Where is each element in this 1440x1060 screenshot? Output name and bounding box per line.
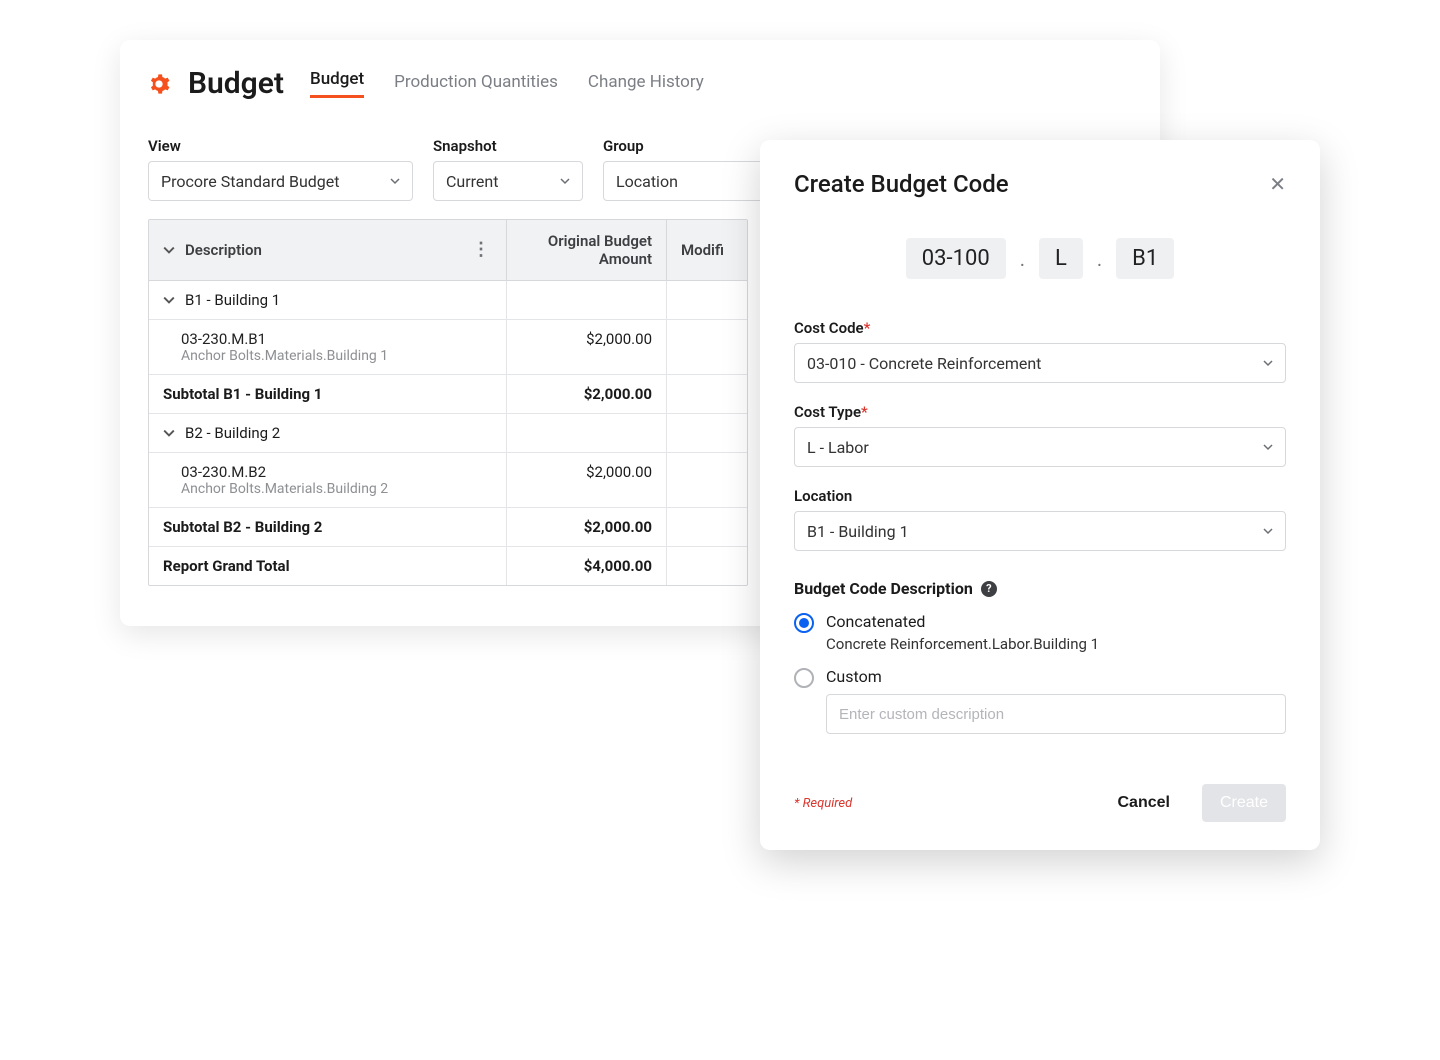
chevron-down-icon [163, 244, 175, 256]
col-description[interactable]: Description ⋮ [149, 220, 507, 280]
tab-budget[interactable]: Budget [310, 69, 364, 98]
filter-view: View Procore Standard Budget [148, 137, 413, 201]
col-original-amount[interactable]: Original Budget Amount [507, 220, 667, 280]
code-seg-2: L [1039, 238, 1083, 279]
caret-down-icon [390, 176, 400, 186]
radio-concatenated-row: Concatenated Concrete Reinforcement.Labo… [794, 612, 1286, 653]
desc-section-label: Budget Code Description ? [794, 579, 1286, 598]
caret-down-icon [1263, 442, 1273, 452]
filter-view-label: View [148, 137, 413, 155]
table-row[interactable]: 03-230.M.B2 Anchor Bolts.Materials.Build… [149, 453, 747, 508]
view-select[interactable]: Procore Standard Budget [148, 161, 413, 201]
header-row: Budget Budget Production Quantities Chan… [148, 66, 1132, 101]
item-amount: $2,000.00 [507, 453, 667, 507]
table-header: Description ⋮ Original Budget Amount Mod… [149, 220, 747, 281]
cost-type-select[interactable]: L - Labor [794, 427, 1286, 467]
location-label: Location [794, 487, 1286, 505]
gear-icon[interactable] [148, 73, 170, 95]
col-description-label: Description [185, 241, 262, 259]
budget-table: Description ⋮ Original Budget Amount Mod… [148, 219, 748, 586]
chevron-down-icon [163, 427, 175, 439]
radio-concatenated-label: Concatenated [826, 612, 1286, 631]
create-budget-code-modal: Create Budget Code ✕ 03-100 . L . B1 Cos… [760, 140, 1320, 850]
radio-custom[interactable] [794, 668, 814, 688]
modal-header: Create Budget Code ✕ [794, 170, 1286, 198]
tab-change-history[interactable]: Change History [588, 72, 704, 98]
caret-down-icon [1263, 358, 1273, 368]
page-title: Budget [188, 66, 284, 101]
grand-total-amount: $4,000.00 [507, 547, 667, 585]
chevron-down-icon [163, 294, 175, 306]
item-amount: $2,000.00 [507, 320, 667, 374]
modal-footer: * Required Cancel Create [794, 784, 1286, 822]
column-menu-icon[interactable]: ⋮ [470, 245, 492, 255]
code-seg-1: 03-100 [906, 238, 1006, 279]
location-value: B1 - Building 1 [807, 522, 909, 541]
caret-down-icon [560, 176, 570, 186]
custom-description-input[interactable] [826, 694, 1286, 734]
create-button[interactable]: Create [1202, 784, 1286, 822]
location-select[interactable]: B1 - Building 1 [794, 511, 1286, 551]
field-cost-code: Cost Code* 03-010 - Concrete Reinforceme… [794, 319, 1286, 383]
item-desc: Anchor Bolts.Materials.Building 1 [181, 348, 492, 364]
code-preview: 03-100 . L . B1 [794, 238, 1286, 279]
group-header-row[interactable]: B1 - Building 1 [149, 281, 747, 320]
table-row[interactable]: 03-230.M.B1 Anchor Bolts.Materials.Build… [149, 320, 747, 375]
group-header-label: B1 - Building 1 [185, 291, 280, 309]
dot-separator: . [1097, 247, 1102, 271]
code-seg-3: B1 [1116, 238, 1174, 279]
subtotal-row: Subtotal B2 - Building 2 $2,000.00 [149, 508, 747, 547]
snapshot-select-value: Current [446, 172, 498, 191]
col-modifi[interactable]: Modifi [667, 220, 747, 280]
dot-separator: . [1020, 247, 1025, 271]
table-body: B1 - Building 1 03-230.M.B1 Anchor Bolts… [149, 281, 747, 585]
item-code: 03-230.M.B1 [181, 330, 492, 348]
group-select[interactable]: Location [603, 161, 783, 201]
view-select-value: Procore Standard Budget [161, 172, 340, 191]
subtotal-amount: $2,000.00 [507, 508, 667, 546]
subtotal-amount: $2,000.00 [507, 375, 667, 413]
item-code: 03-230.M.B2 [181, 463, 492, 481]
cost-code-value: 03-010 - Concrete Reinforcement [807, 354, 1041, 373]
radio-custom-label: Custom [826, 667, 1286, 686]
cost-type-value: L - Labor [807, 438, 869, 457]
group-header-row[interactable]: B2 - Building 2 [149, 414, 747, 453]
grand-total-label: Report Grand Total [149, 547, 507, 585]
subtotal-row: Subtotal B1 - Building 1 $2,000.00 [149, 375, 747, 414]
filter-snapshot-label: Snapshot [433, 137, 583, 155]
subtotal-label: Subtotal B2 - Building 2 [149, 508, 507, 546]
item-desc: Anchor Bolts.Materials.Building 2 [181, 481, 492, 497]
required-note: * Required [794, 796, 852, 811]
cost-code-label: Cost Code* [794, 319, 1286, 337]
col-original-amount-label: Original Budget Amount [521, 232, 652, 268]
caret-down-icon [1263, 526, 1273, 536]
snapshot-select[interactable]: Current [433, 161, 583, 201]
filter-group: Group Location [603, 137, 783, 201]
help-icon[interactable]: ? [981, 581, 997, 597]
concat-preview: Concrete Reinforcement.Labor.Building 1 [826, 635, 1286, 653]
cost-code-select[interactable]: 03-010 - Concrete Reinforcement [794, 343, 1286, 383]
group-header-label: B2 - Building 2 [185, 424, 280, 442]
radio-concatenated[interactable] [794, 613, 814, 633]
field-location: Location B1 - Building 1 [794, 487, 1286, 551]
modal-title: Create Budget Code [794, 170, 1009, 198]
cost-type-label: Cost Type* [794, 403, 1286, 421]
cancel-button[interactable]: Cancel [1100, 784, 1188, 822]
col-modifi-label: Modifi [681, 241, 724, 259]
tabs: Budget Production Quantities Change Hist… [310, 69, 704, 98]
grand-total-row: Report Grand Total $4,000.00 [149, 547, 747, 585]
group-select-value: Location [616, 172, 678, 191]
radio-custom-row: Custom [794, 667, 1286, 734]
close-icon[interactable]: ✕ [1269, 172, 1286, 196]
filter-group-label: Group [603, 137, 783, 155]
tab-production-quantities[interactable]: Production Quantities [394, 72, 558, 98]
filter-snapshot: Snapshot Current [433, 137, 583, 201]
subtotal-label: Subtotal B1 - Building 1 [149, 375, 507, 413]
field-cost-type: Cost Type* L - Labor [794, 403, 1286, 467]
